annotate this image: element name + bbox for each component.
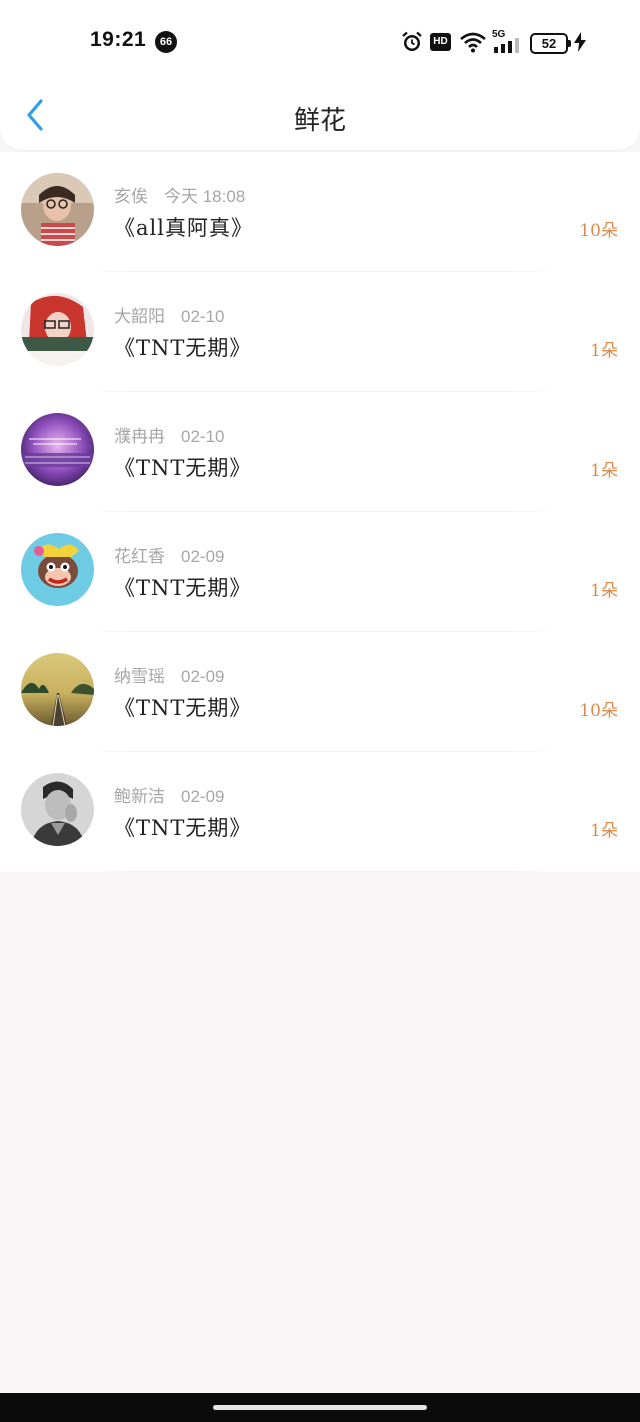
sender-name: 花红香 [114, 547, 165, 567]
list-item[interactable]: 花红香 02-09 《TNT无期》 1朵 [0, 512, 640, 632]
flower-gift-list: 亥俟 今天 18:08 《all真阿真》 10朵 大韶阳 02-10 《TNT无期》… [0, 152, 640, 872]
header: 鲜花 [0, 76, 640, 150]
item-meta: 鲍新洁 02-09 [114, 782, 224, 807]
hd-icon: HD [430, 33, 451, 51]
item-meta: 大韶阳 02-10 [114, 302, 224, 327]
avatar-image [21, 773, 94, 846]
avatar-image [21, 293, 94, 366]
sender-name: 纳雪瑶 [114, 667, 165, 687]
avatar-image [21, 533, 94, 606]
system-nav-bar [0, 1393, 640, 1422]
send-time: 02-10 [181, 307, 225, 326]
book-title: 《TNT无期》 [114, 696, 252, 720]
item-meta: 濮冉冉 02-10 [114, 422, 224, 447]
send-time: 02-10 [181, 427, 225, 446]
sender-name: 大韶阳 [114, 307, 165, 327]
flower-count: 1朵 [590, 461, 618, 481]
wifi-icon [460, 32, 486, 53]
notification-count-badge: 66 [155, 31, 177, 53]
book-title: 《TNT无期》 [114, 336, 252, 360]
list-item[interactable]: 亥俟 今天 18:08 《all真阿真》 10朵 [0, 152, 640, 272]
book-title: 《TNT无期》 [114, 456, 252, 480]
flower-count: 10朵 [579, 701, 618, 721]
sender-name: 亥俟 [114, 187, 148, 207]
list-item[interactable]: 纳雪瑶 02-09 《TNT无期》 10朵 [0, 632, 640, 752]
status-time: 19:21 [90, 28, 147, 51]
send-time: 今天 18:08 [164, 187, 246, 206]
list-item[interactable]: 濮冉冉 02-10 《TNT无期》 1朵 [0, 392, 640, 512]
signal-icon [494, 38, 519, 53]
avatar[interactable] [21, 173, 94, 246]
flower-count: 10朵 [579, 221, 618, 241]
avatar-image [21, 653, 94, 726]
item-meta: 纳雪瑶 02-09 [114, 662, 224, 687]
avatar-image [21, 413, 94, 486]
item-meta: 亥俟 今天 18:08 [114, 182, 245, 207]
flower-count: 1朵 [590, 821, 618, 841]
list-item[interactable]: 鲍新洁 02-09 《TNT无期》 1朵 [0, 752, 640, 872]
send-time: 02-09 [181, 667, 225, 686]
avatar[interactable] [21, 773, 94, 846]
send-time: 02-09 [181, 787, 225, 806]
sender-name: 鲍新洁 [114, 787, 165, 807]
book-title: 《TNT无期》 [114, 816, 252, 840]
avatar[interactable] [21, 413, 94, 486]
home-indicator[interactable] [213, 1405, 427, 1410]
page-title: 鲜花 [293, 106, 346, 136]
avatar[interactable] [21, 533, 94, 606]
flower-count: 1朵 [590, 341, 618, 361]
item-meta: 花红香 02-09 [114, 542, 224, 567]
flower-count: 1朵 [590, 581, 618, 601]
send-time: 02-09 [181, 547, 225, 566]
alarm-icon [402, 31, 422, 51]
battery-indicator: 52 [530, 33, 571, 54]
status-bar: 19:21 66 HD 5G 52 [0, 0, 640, 86]
list-item[interactable]: 大韶阳 02-10 《TNT无期》 1朵 [0, 272, 640, 392]
book-title: 《TNT无期》 [114, 576, 252, 600]
avatar-image [21, 173, 94, 246]
charging-icon [574, 32, 586, 52]
book-title: 《all真阿真》 [114, 216, 253, 240]
avatar[interactable] [21, 653, 94, 726]
avatar[interactable] [21, 293, 94, 366]
sender-name: 濮冉冉 [114, 427, 165, 447]
